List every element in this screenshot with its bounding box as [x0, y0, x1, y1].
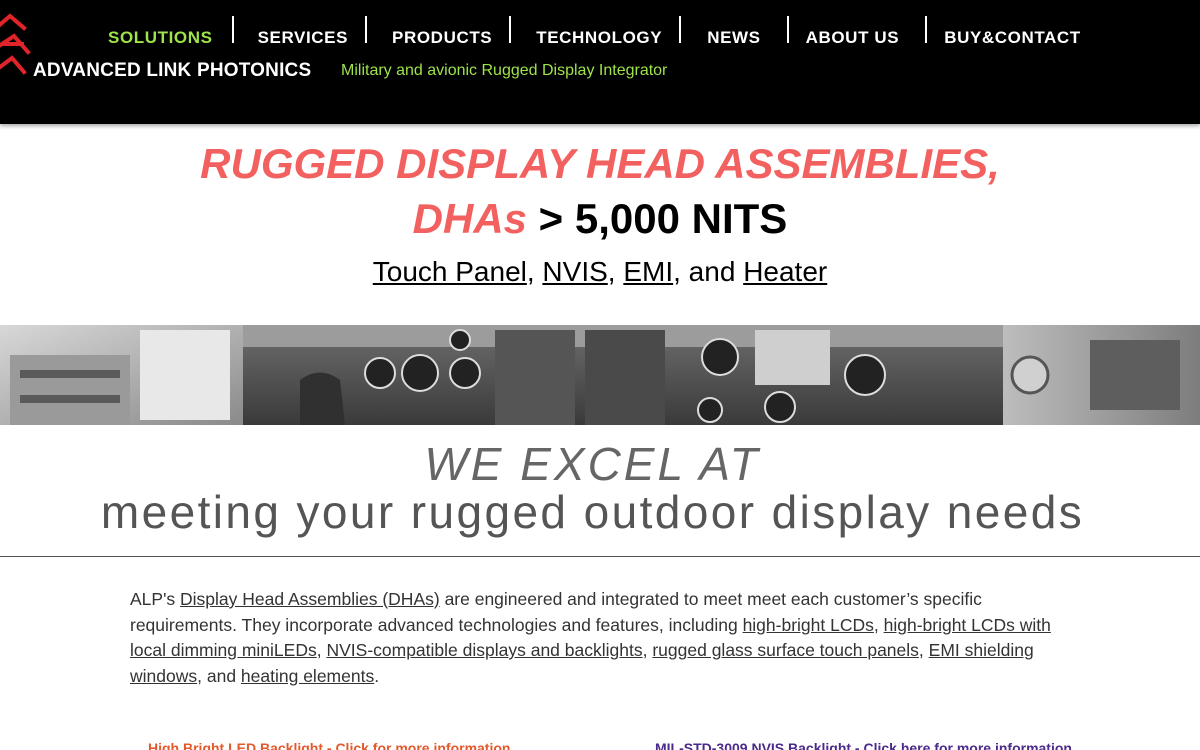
text: , [642, 640, 653, 660]
link-touch-panels[interactable]: rugged glass surface touch panels [652, 640, 919, 660]
link-heating-elements[interactable]: heating elements [241, 666, 374, 686]
nav-divider [365, 16, 368, 43]
link-nvis-backlight[interactable]: MIL-STD-3009 NVIS Backlight - Click here… [655, 740, 1072, 750]
banner-illustration [0, 325, 1200, 425]
brand-name[interactable]: ADVANCED LINK PHOTONICS [33, 60, 311, 82]
link-display-head-assemblies[interactable]: Display Head Assemblies (DHAs) [180, 589, 440, 609]
brand-tagline: Military and avionic Rugged Display Inte… [341, 62, 668, 79]
separator: , [526, 256, 543, 287]
nav-divider [679, 16, 682, 43]
text: , [918, 640, 929, 660]
nav-services[interactable]: SERVICES [258, 16, 348, 47]
alp-logo-icon[interactable] [0, 8, 36, 88]
text: , and [197, 665, 241, 686]
link-touch-panel[interactable]: Touch Panel [373, 256, 527, 287]
nav-divider [925, 16, 928, 43]
text: , [316, 640, 327, 660]
nav-solutions[interactable]: SOLUTIONS [108, 16, 213, 47]
link-high-bright-led-backlight[interactable]: High Bright LED Backlight - Click for mo… [148, 740, 510, 750]
excel-heading: WE EXCEL AT [424, 438, 761, 490]
link-high-bright-lcds[interactable]: high-bright LCDs [743, 615, 874, 635]
hero-features: Touch Panel, NVIS, EMI, and Heater [0, 256, 1200, 288]
nav-technology[interactable]: TECHNOLOGY [536, 16, 662, 47]
excel-subheading: meeting your rugged outdoor display need… [100, 486, 1085, 538]
nav-divider [509, 16, 512, 43]
cockpit-banner-image [0, 325, 1200, 425]
nav-news[interactable]: NEWS [707, 16, 760, 47]
hero-dhas: DHAs [412, 195, 528, 242]
hero-title-line1: RUGGED DISPLAY HEAD ASSEMBLIES, [200, 140, 1000, 187]
nav-buy-contact[interactable]: BUY&CONTACT [944, 16, 1081, 47]
nav-about-us[interactable]: ABOUT US [806, 16, 900, 47]
site-header: SOLUTIONS SERVICES PRODUCTS TECHNOLOGY N… [0, 0, 1200, 124]
nav-divider [786, 16, 789, 43]
link-nvis-compatible[interactable]: NVIS-compatible displays and backlights [326, 640, 642, 660]
hero-title-line2: DHAs > 5,000 NITS [0, 195, 1200, 243]
link-emi[interactable]: EMI [623, 256, 673, 287]
link-heater[interactable]: Heater [743, 256, 827, 287]
hero-nits: > 5,000 NITS [527, 195, 788, 242]
link-nvis[interactable]: NVIS [542, 256, 607, 287]
section-divider [0, 556, 1200, 557]
text: . [374, 665, 380, 686]
text: ALP's [130, 589, 181, 609]
nav-divider [231, 16, 234, 43]
separator: , [607, 256, 624, 287]
text: , [873, 614, 884, 635]
main-nav: SOLUTIONS SERVICES PRODUCTS TECHNOLOGY N… [90, 16, 1081, 47]
nav-products[interactable]: PRODUCTS [392, 16, 492, 47]
intro-paragraph: ALP's Display Head Assemblies (DHAs) are… [130, 587, 1055, 689]
separator: , and [673, 256, 744, 287]
